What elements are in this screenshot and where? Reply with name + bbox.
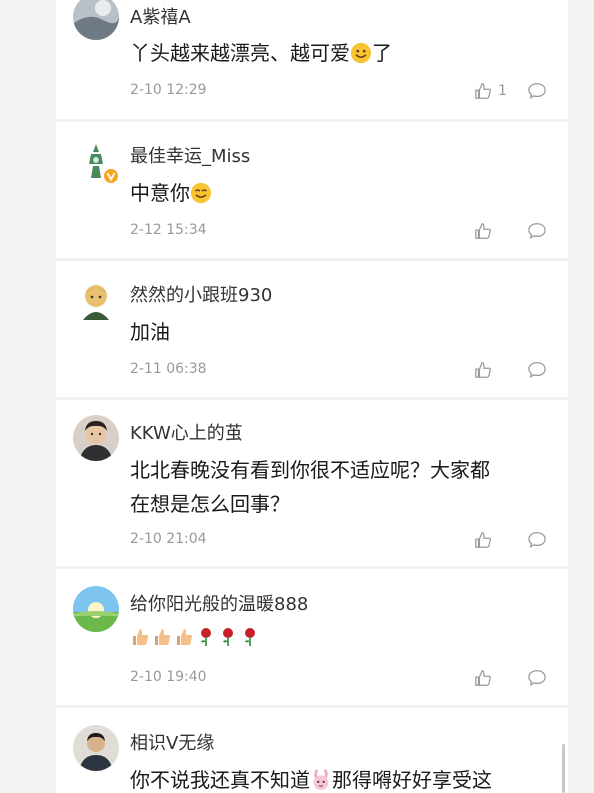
rose-emoji-icon: [201, 628, 211, 646]
comment-text-part: 中意你: [130, 181, 190, 205]
comment-username[interactable]: 然然的小跟班930: [130, 281, 272, 307]
comment-username[interactable]: 给你阳光般的温暖888: [130, 590, 308, 616]
like-icon[interactable]: [474, 531, 492, 549]
smile-emoji-icon: [350, 42, 372, 64]
thumbs-up-emoji-icon: [177, 629, 193, 645]
like-icon[interactable]: [474, 82, 492, 100]
comment-item[interactable]: 最佳幸运_Miss 中意你 2-12 15:34: [56, 122, 568, 258]
comment-timestamp: 2-12 15:34: [130, 222, 207, 238]
thumbs-up-emoji-icon: [155, 629, 171, 645]
scrollbar[interactable]: [562, 744, 565, 793]
avatar[interactable]: [73, 725, 119, 771]
comment-text: 加油: [130, 320, 170, 344]
verified-badge-icon: [103, 168, 119, 184]
comment-text: 中意你: [130, 176, 550, 210]
comment-text: 你不说我还真不知道 那得嘚好好享受这: [130, 763, 568, 793]
comment-username[interactable]: KKW心上的茧: [130, 419, 243, 445]
comment-text-line: 在想是怎么回事？: [130, 492, 290, 516]
thumbs-up-emoji-icon: [133, 629, 149, 645]
comment-feed: A紫禧A 丫头越来越漂亮、越可爱了 2-10 12:29 1 最佳幸运_Miss…: [56, 0, 568, 793]
rose-emoji-icon: [223, 628, 233, 646]
comment-timestamp: 2-10 21:04: [130, 531, 207, 547]
comment-item[interactable]: 然然的小跟班930 加油 2-11 06:38: [56, 261, 568, 397]
like-icon[interactable]: [474, 669, 492, 687]
comment-item[interactable]: KKW心上的茧 北北春晚没有看到你很不适应呢？大家都 在想是怎么回事？ 2-10…: [56, 400, 568, 566]
comment-text-part: 那得嘚好好享受这: [332, 768, 492, 792]
comment-item[interactable]: 相识V无缘 你不说我还真不知道 那得嘚好好享受这: [56, 708, 568, 793]
avatar[interactable]: [73, 586, 119, 632]
smile-emoji-icon: [190, 182, 212, 204]
comment-text: 北北春晚没有看到你很不适应呢？大家都 在想是怎么回事？: [130, 453, 550, 521]
like-icon[interactable]: [474, 222, 492, 240]
like-count: 1: [498, 83, 507, 99]
reply-icon[interactable]: [527, 222, 547, 240]
comment-timestamp: 2-11 06:38: [130, 361, 207, 377]
reply-icon[interactable]: [527, 361, 547, 379]
like-icon[interactable]: [474, 361, 492, 379]
comment-item[interactable]: 给你阳光般的温暖888 2-10 19:40: [56, 569, 568, 705]
comment-text: 丫头越来越漂亮、越可爱了: [130, 36, 550, 70]
comment-text-part: 丫头越来越漂亮、越可爱: [130, 41, 350, 65]
comment-username[interactable]: 相识V无缘: [130, 729, 214, 755]
reply-icon[interactable]: [527, 669, 547, 687]
comment-username[interactable]: 最佳幸运_Miss: [130, 142, 250, 168]
bunny-emoji-icon: [313, 769, 329, 791]
comment-text-part: 你不说我还真不知道: [130, 768, 310, 792]
comment-timestamp: 2-10 12:29: [130, 82, 207, 98]
comment-item[interactable]: A紫禧A 丫头越来越漂亮、越可爱了 2-10 12:29 1: [56, 0, 568, 119]
avatar[interactable]: [73, 0, 119, 40]
comment-text-line: 北北春晚没有看到你很不适应呢？大家都: [130, 458, 490, 482]
avatar[interactable]: [73, 278, 119, 324]
rose-emoji-icon: [245, 628, 255, 646]
comment-username[interactable]: A紫禧A: [130, 3, 191, 29]
comment-emoji-row: [130, 627, 262, 647]
comment-timestamp: 2-10 19:40: [130, 669, 207, 685]
avatar[interactable]: [73, 415, 119, 461]
reply-icon[interactable]: [527, 82, 547, 100]
comment-text-part: 了: [372, 41, 392, 65]
reply-icon[interactable]: [527, 531, 547, 549]
